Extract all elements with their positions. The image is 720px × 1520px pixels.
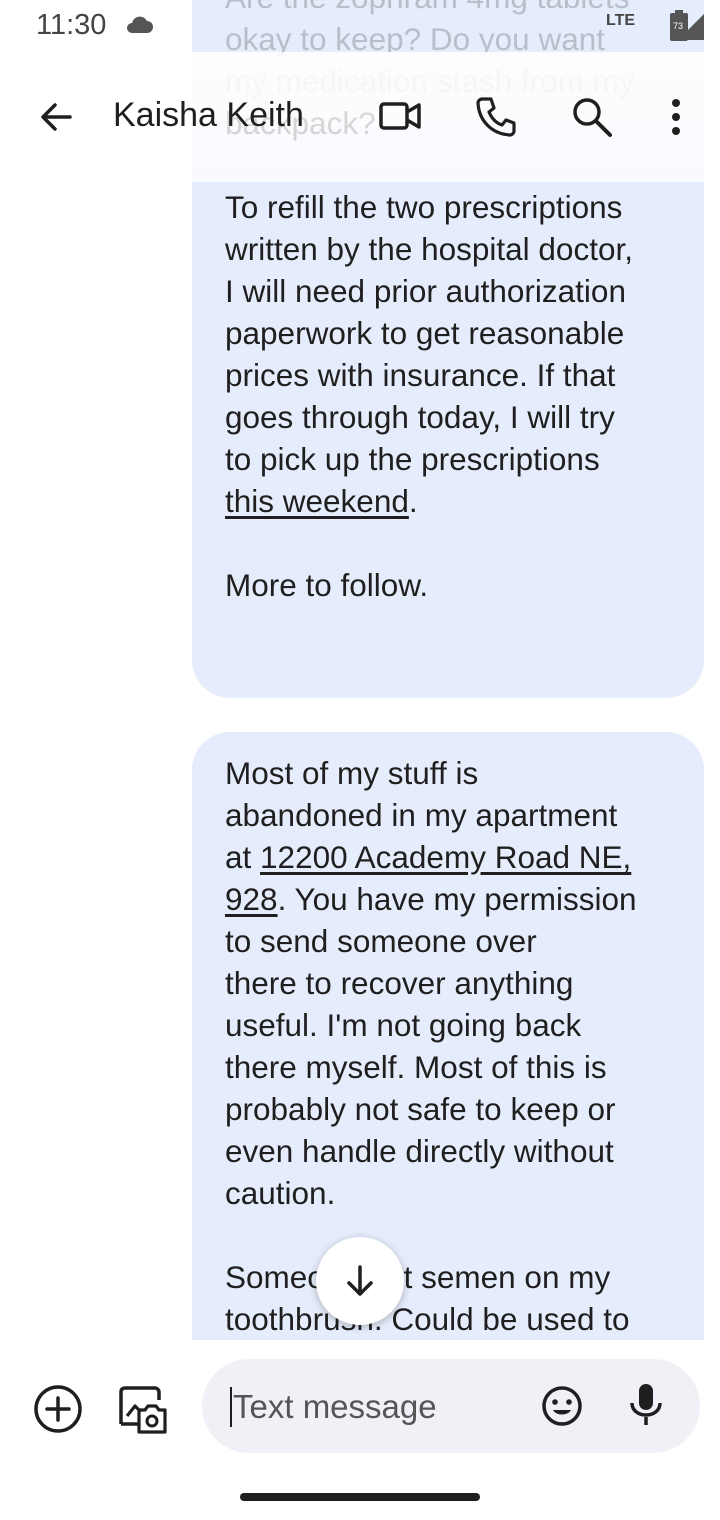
status-bar: 11:30 LTE 73 [0, 0, 720, 52]
video-call-icon[interactable] [378, 96, 422, 136]
cloud-icon [124, 14, 154, 41]
search-icon[interactable] [570, 95, 614, 139]
message-input[interactable] [231, 1381, 525, 1433]
home-indicator[interactable] [240, 1493, 480, 1501]
app-bar: Kaisha Keith [0, 52, 720, 182]
gallery-camera-icon[interactable] [117, 1384, 169, 1436]
phone-icon[interactable] [474, 95, 518, 139]
mic-icon[interactable] [626, 1381, 666, 1429]
arrow-down-icon [347, 1265, 373, 1296]
message-bubble[interactable]: Most of my stuff is abandoned in my apar… [192, 732, 704, 1340]
message-text: . You have my permission to send someone… [225, 881, 637, 1337]
message-thread[interactable]: Are the zophram 4mg tablets okay to keep… [0, 0, 720, 1340]
back-arrow-icon[interactable] [36, 97, 76, 137]
contact-name[interactable]: Kaisha Keith [113, 96, 304, 135]
more-vert-icon[interactable] [660, 97, 692, 137]
battery-icon: 73 [669, 10, 689, 47]
add-circle-icon[interactable] [33, 1384, 83, 1434]
status-time: 11:30 [36, 9, 107, 41]
battery-level: 73 [673, 21, 684, 31]
network-label: LTE [606, 12, 636, 29]
date-link[interactable]: this weekend [225, 483, 409, 519]
scroll-to-bottom-button[interactable] [316, 1237, 404, 1325]
message-input-container[interactable] [202, 1359, 700, 1453]
emoji-icon[interactable] [540, 1384, 584, 1428]
